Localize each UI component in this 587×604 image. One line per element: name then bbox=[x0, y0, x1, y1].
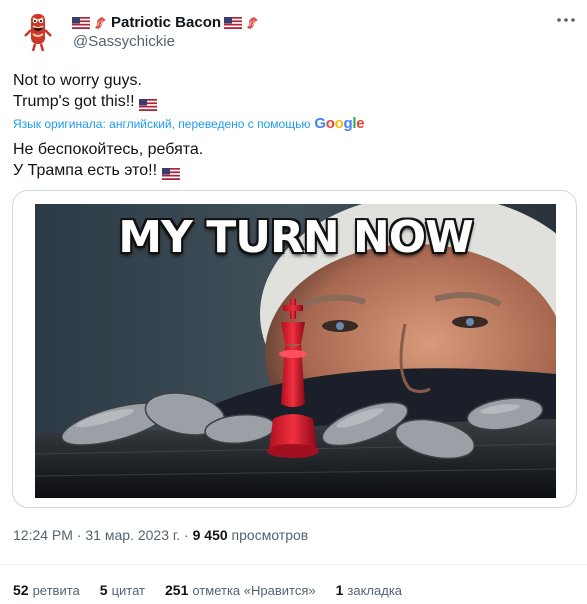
us-flag-icon bbox=[224, 16, 243, 29]
tweet-date[interactable]: 31 мар. 2023 г. bbox=[85, 527, 180, 543]
more-icon[interactable] bbox=[556, 10, 576, 30]
bookmarks-stat[interactable]: 1 закладка bbox=[336, 582, 402, 598]
user-handle[interactable]: @Sassychickie bbox=[73, 33, 175, 50]
media-image[interactable]: MY TURN NOW bbox=[35, 204, 556, 498]
avatar[interactable] bbox=[16, 8, 60, 54]
meme-caption: MY TURN NOW bbox=[118, 212, 474, 263]
google-logo: Google bbox=[314, 115, 365, 132]
translated-text-line: У Трампа есть это!! bbox=[13, 162, 158, 179]
tweet-text: Not to worry guys. Trump's got this!! bbox=[13, 70, 158, 112]
tweet-time[interactable]: 12:24 PM bbox=[13, 527, 73, 543]
bacon-icon bbox=[245, 15, 260, 30]
tweet-text-line: Not to worry guys. bbox=[13, 72, 142, 89]
display-name-text: Patriotic Bacon bbox=[111, 13, 222, 31]
us-flag-icon bbox=[72, 16, 90, 29]
likes-stat[interactable]: 251 отметка «Нравится» bbox=[165, 582, 316, 598]
engagement-stats: 52 ретвита 5 цитат 251 отметка «Нравится» 1… bbox=[13, 582, 402, 598]
quotes-stat[interactable]: 5 цитат bbox=[100, 582, 145, 598]
views-label: просмотров bbox=[231, 527, 309, 543]
translated-text-line: Не беспокойтесь, ребята. bbox=[13, 141, 204, 158]
divider bbox=[0, 564, 587, 565]
meta-separator: · bbox=[76, 527, 82, 543]
tweet-meta: 12:24 PM · 31 мар. 2023 г. · 9 450 просм… bbox=[13, 527, 308, 543]
us-flag-icon bbox=[139, 96, 158, 111]
us-flag-icon bbox=[161, 165, 180, 180]
media-card[interactable]: MY TURN NOW bbox=[12, 190, 577, 508]
translated-text: Не беспокойтесь, ребята. У Трампа есть э… bbox=[13, 139, 203, 181]
retweets-stat[interactable]: 52 ретвита bbox=[13, 582, 80, 598]
translation-notice-text: Язык оригинала: английский, переведено с… bbox=[13, 116, 311, 131]
display-name[interactable]: Patriotic Bacon bbox=[72, 12, 260, 32]
views-count: 9 450 bbox=[192, 527, 228, 543]
translation-notice[interactable]: Язык оригинала: английский, переведено с… bbox=[13, 115, 365, 132]
bacon-icon bbox=[93, 15, 108, 30]
meta-separator: · bbox=[184, 527, 189, 543]
tweet-text-line: Trump's got this!! bbox=[13, 93, 135, 110]
